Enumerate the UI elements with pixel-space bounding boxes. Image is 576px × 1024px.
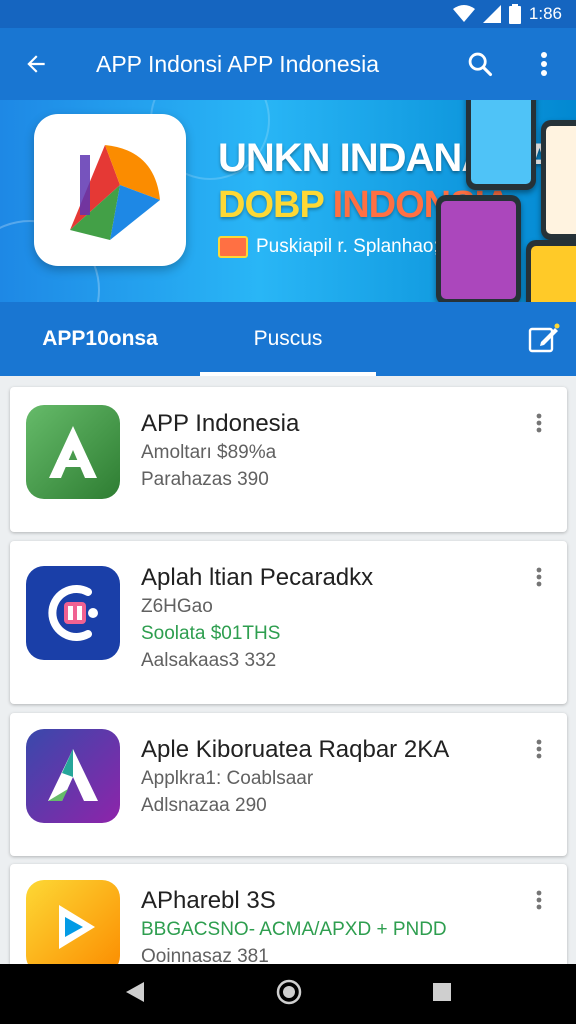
phone-illustration (436, 195, 521, 302)
card-more-button[interactable] (523, 884, 555, 916)
app-card[interactable]: Aple Kiboruatea Raqbar 2KA Applkra1: Coa… (10, 713, 567, 856)
active-tab-indicator (200, 372, 376, 376)
app-detail: Applkra1: Coablsaar (141, 768, 314, 789)
back-button[interactable] (0, 28, 72, 100)
phone-illustration (526, 240, 576, 302)
edit-button[interactable] (512, 302, 576, 376)
more-vertical-icon (541, 52, 547, 76)
square-recents-icon (432, 982, 451, 1001)
wifi-icon (452, 5, 475, 23)
more-vertical-icon (536, 890, 542, 910)
app-card[interactable]: APP Indonesia Amoltarı $89%a Parahazas 3… (10, 387, 567, 532)
tab-label: Puscus (253, 327, 323, 350)
back-arrow-icon (27, 55, 45, 73)
tab-puscus[interactable]: Puscus (200, 302, 376, 376)
signal-icon (482, 5, 501, 23)
banner-app-logo (34, 114, 186, 266)
app-detail: Parahazas 390 (141, 469, 269, 490)
phone-illustration (466, 100, 536, 190)
more-vertical-icon (536, 567, 542, 587)
card-more-button[interactable] (523, 561, 555, 593)
more-vertical-icon (536, 739, 542, 759)
letter-a-icon (26, 405, 120, 499)
app-price: Soolata $01THS (141, 623, 281, 644)
nav-recents-button[interactable] (432, 982, 452, 1007)
app-detail: Amoltarı $89%a (141, 442, 277, 463)
flag-icon (218, 236, 248, 258)
play-icon (26, 880, 120, 974)
battery-icon (508, 4, 521, 24)
app-detail: Z6HGao (141, 596, 213, 617)
status-time: 1:86 (528, 4, 562, 23)
more-vertical-icon (536, 413, 542, 433)
circle-home-icon (276, 979, 302, 1004)
triangle-a-icon (26, 729, 120, 823)
promo-banner[interactable]: UNKN INDANASIA DOBP INDONSIA Puskiapil r… (0, 100, 576, 302)
app-name: APharebl 3S (141, 887, 276, 914)
phone-illustration (541, 120, 576, 240)
card-more-button[interactable] (523, 407, 555, 439)
edit-box-icon (528, 323, 560, 353)
app-name: Aplah ltian Pecaradkx (141, 564, 374, 591)
tab-bar: APP10onsa Puscus (0, 302, 576, 376)
app-price: BBGACSNO- ACMA/APXD + PNDD (141, 919, 447, 940)
tab-app[interactable]: APP10onsa (0, 302, 200, 376)
app-name: Aple Kiboruatea Raqbar 2KA (141, 736, 450, 763)
banner-headline-part-a: DOBP (218, 184, 324, 226)
app-detail: Aalsakaas3 332 (141, 650, 277, 671)
nav-home-button[interactable] (275, 978, 303, 1011)
card-more-button[interactable] (523, 733, 555, 765)
device-collage (426, 100, 576, 302)
search-button[interactable] (448, 28, 512, 100)
app-bar: APP Indonsi APP Indonesia (0, 28, 576, 100)
search-icon (468, 52, 493, 77)
app-card[interactable]: APharebl 3S BBGACSNO- ACMA/APXD + PNDD O… (10, 864, 567, 974)
tab-label: APP10onsa (42, 327, 158, 350)
app-bar-title: APP Indonsi APP Indonesia (96, 50, 380, 77)
overflow-menu-button[interactable] (512, 28, 576, 100)
app-card[interactable]: Aplah ltian Pecaradkx Z6HGao Soolata $01… (10, 541, 567, 704)
app-detail: Adlsnazaa 290 (141, 795, 267, 816)
colorful-logo-icon (70, 145, 160, 240)
nav-back-button[interactable] (124, 980, 146, 1009)
status-bar: 1:86 (0, 0, 576, 28)
app-name: APP Indonesia (141, 410, 300, 437)
triangle-back-icon (126, 981, 145, 1002)
system-nav-bar (0, 964, 576, 1024)
c-plug-icon (26, 566, 120, 660)
